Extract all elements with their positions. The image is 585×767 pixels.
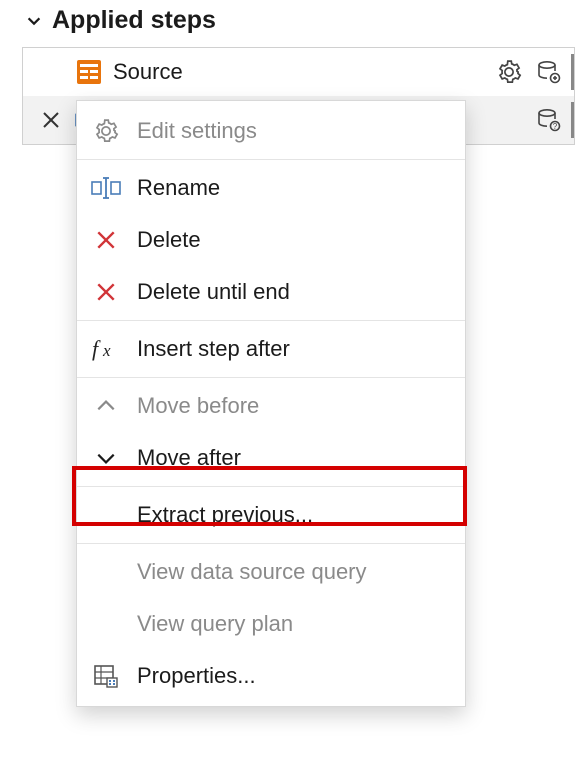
svg-text:f: f bbox=[92, 337, 101, 361]
menu-edit-settings: Edit settings bbox=[77, 105, 465, 157]
step-context-menu: Edit settings Rename Delete bbox=[76, 100, 466, 707]
gear-icon bbox=[91, 116, 121, 146]
properties-icon bbox=[91, 661, 121, 691]
menu-delete-until-end[interactable]: Delete until end bbox=[77, 266, 465, 318]
data-source-icon[interactable] bbox=[534, 57, 564, 87]
chevron-down-icon bbox=[91, 443, 121, 473]
svg-text:x: x bbox=[102, 341, 111, 360]
menu-label: Properties... bbox=[137, 663, 449, 689]
menu-separator bbox=[77, 377, 465, 378]
delete-step-button[interactable] bbox=[37, 106, 65, 134]
menu-label: Insert step after bbox=[137, 336, 449, 362]
menu-label: Edit settings bbox=[137, 118, 449, 144]
menu-properties[interactable]: Properties... bbox=[77, 650, 465, 702]
delete-step-placeholder bbox=[37, 58, 65, 86]
menu-label: Rename bbox=[137, 175, 449, 201]
section-title: Applied steps bbox=[52, 6, 216, 35]
menu-rename[interactable]: Rename bbox=[77, 162, 465, 214]
menu-extract-previous[interactable]: Extract previous... bbox=[77, 489, 465, 541]
applied-steps-header[interactable]: Applied steps bbox=[0, 4, 585, 41]
delete-icon bbox=[91, 277, 121, 307]
menu-separator bbox=[77, 543, 465, 544]
menu-delete[interactable]: Delete bbox=[77, 214, 465, 266]
menu-label: Delete bbox=[137, 227, 449, 253]
menu-label: Delete until end bbox=[137, 279, 449, 305]
blank-icon bbox=[91, 609, 121, 639]
menu-separator bbox=[77, 486, 465, 487]
menu-view-query-plan: View query plan bbox=[77, 598, 465, 650]
menu-label: Move before bbox=[137, 393, 449, 419]
data-source-icon[interactable]: ? bbox=[534, 105, 564, 135]
scrollbar-indicator bbox=[571, 54, 574, 90]
menu-label: Extract previous... bbox=[137, 502, 449, 528]
delete-icon bbox=[91, 225, 121, 255]
scrollbar-indicator bbox=[571, 102, 574, 138]
blank-icon bbox=[91, 557, 121, 587]
rename-icon bbox=[91, 173, 121, 203]
menu-view-data-source-query: View data source query bbox=[77, 546, 465, 598]
svg-text:?: ? bbox=[553, 122, 558, 131]
menu-label: Move after bbox=[137, 445, 449, 471]
menu-label: View data source query bbox=[137, 559, 449, 585]
step-row-source[interactable]: Source bbox=[23, 48, 574, 96]
blank-icon bbox=[91, 500, 121, 530]
fx-icon: f x bbox=[91, 334, 121, 364]
chevron-up-icon bbox=[91, 391, 121, 421]
source-step-icon bbox=[75, 58, 103, 86]
menu-label: View query plan bbox=[137, 611, 449, 637]
menu-separator bbox=[77, 320, 465, 321]
menu-move-before: Move before bbox=[77, 380, 465, 432]
step-label: Source bbox=[113, 59, 183, 85]
menu-move-after[interactable]: Move after bbox=[77, 432, 465, 484]
menu-insert-step-after[interactable]: f x Insert step after bbox=[77, 323, 465, 375]
expand-collapse-icon bbox=[24, 11, 44, 31]
gear-icon[interactable] bbox=[494, 57, 524, 87]
menu-separator bbox=[77, 159, 465, 160]
